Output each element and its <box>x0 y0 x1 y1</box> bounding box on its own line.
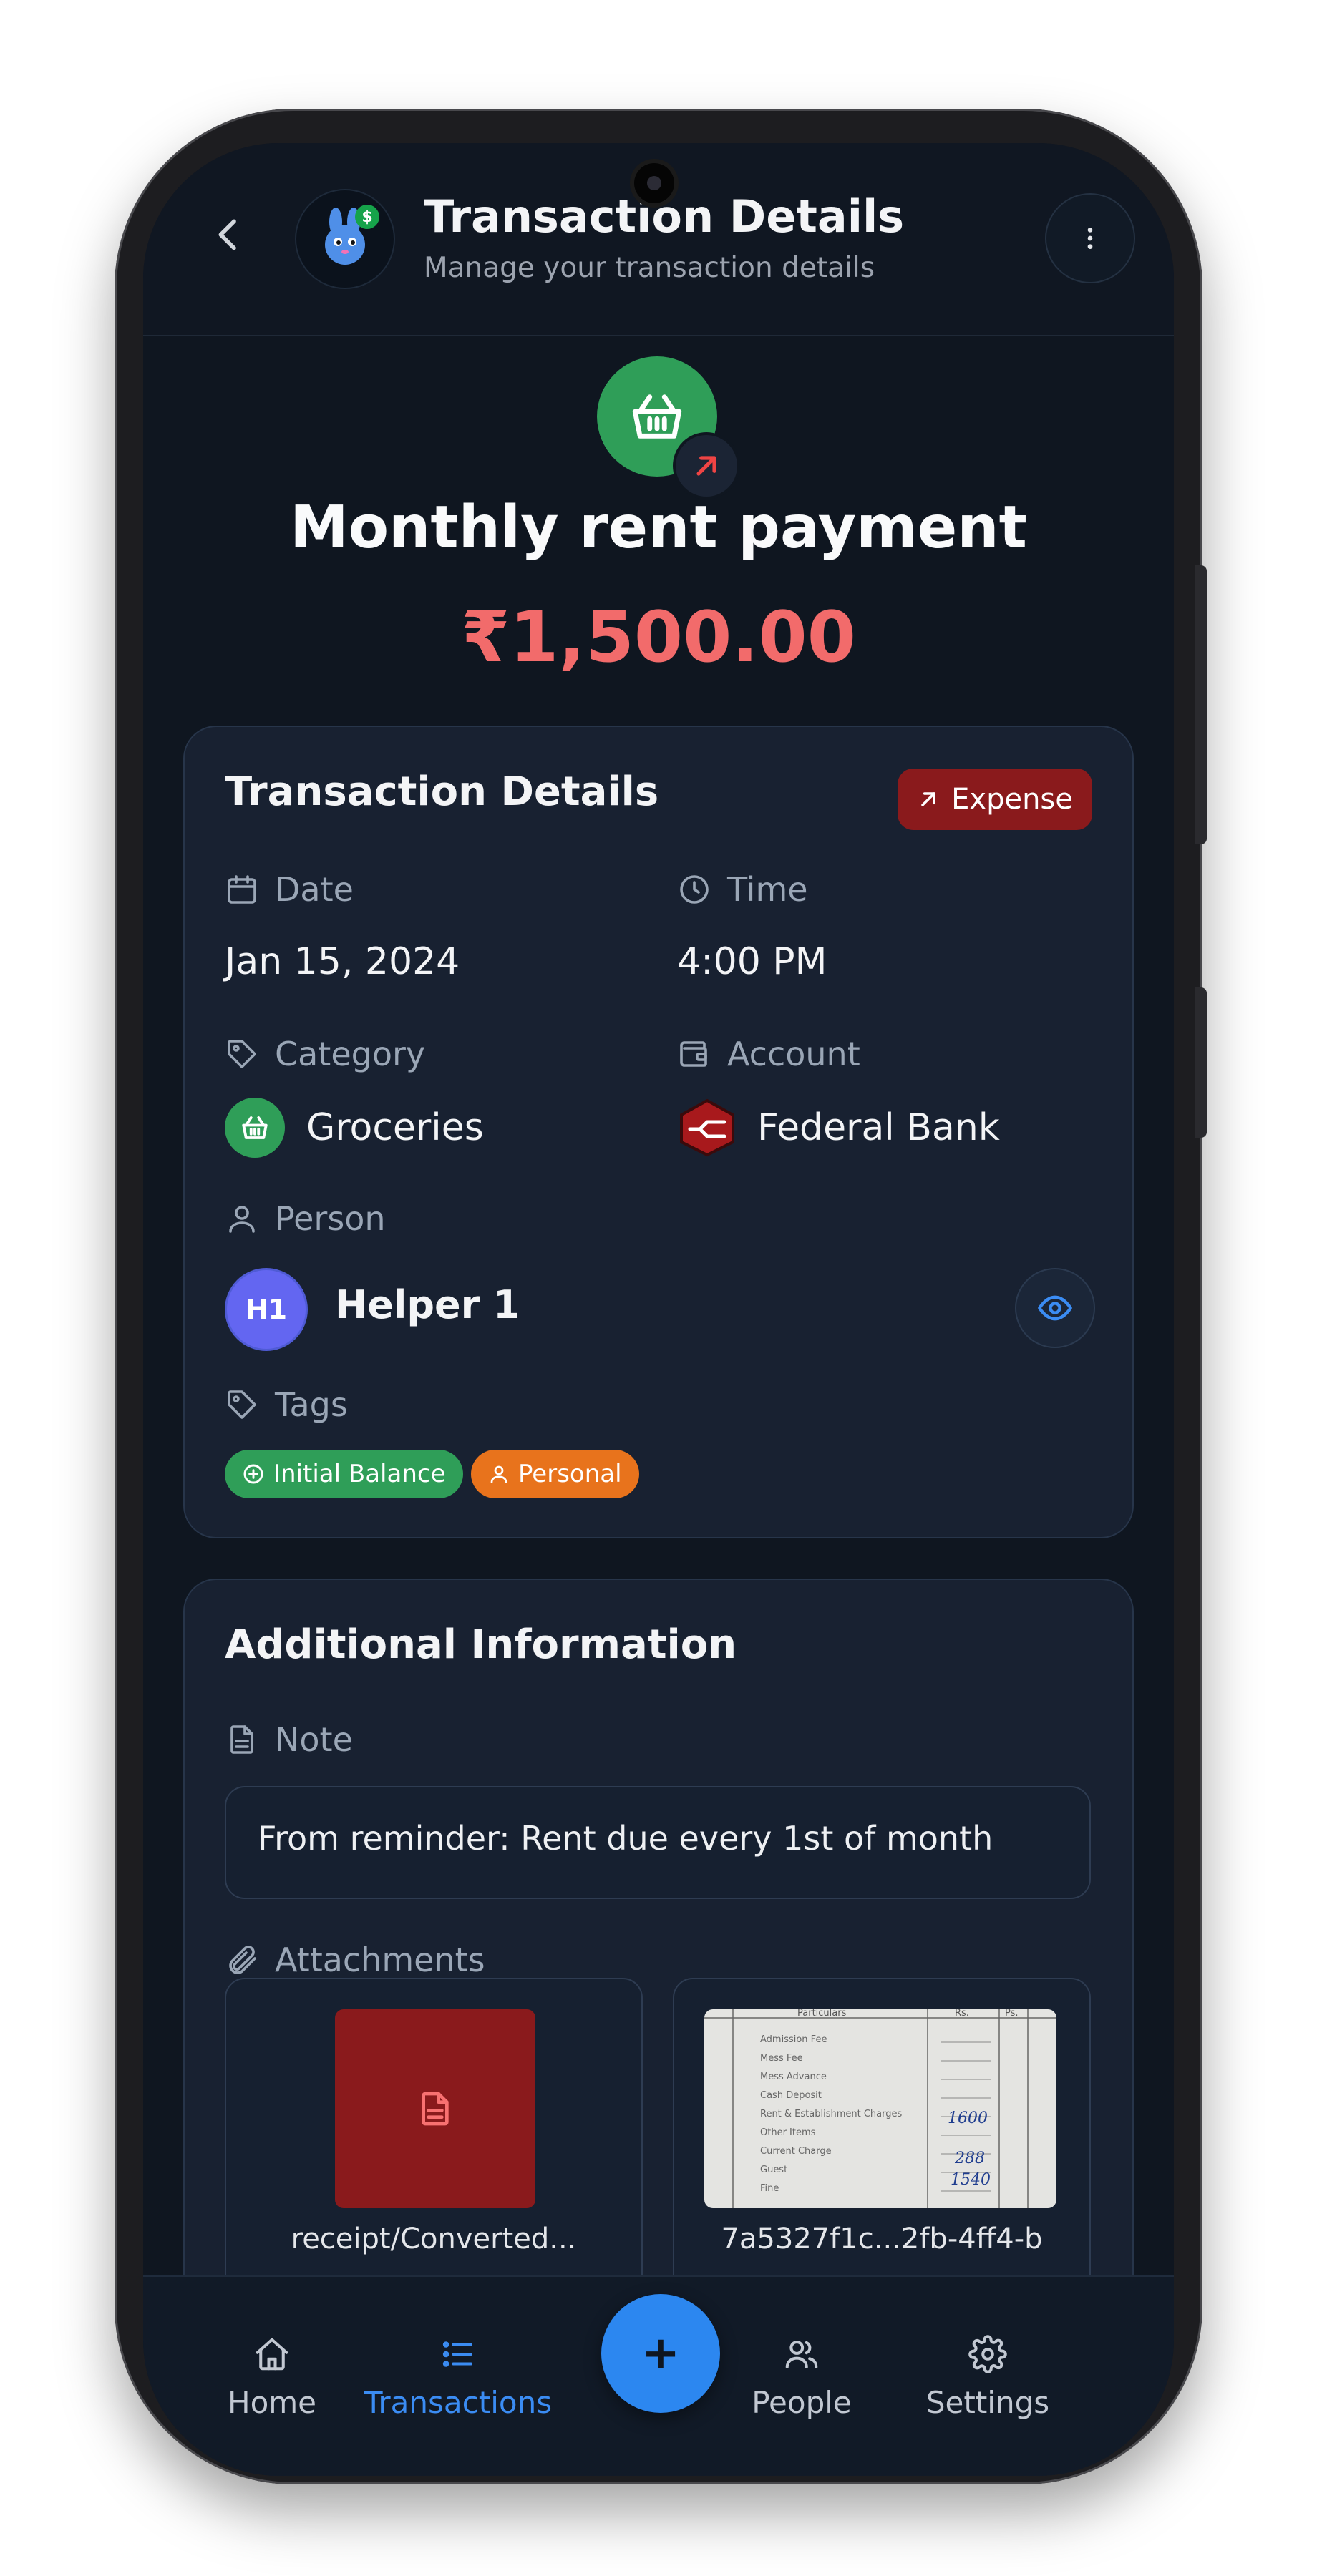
time-value: 4:00 PM <box>677 940 827 983</box>
attachment-name: receipt/Converted... <box>291 2223 577 2255</box>
date-value: Jan 15, 2024 <box>225 940 460 983</box>
clock-icon <box>680 875 709 904</box>
nav-home[interactable]: Home <box>193 2277 351 2420</box>
type-badge: Expense <box>898 769 1092 830</box>
user-icon <box>490 1465 507 1483</box>
home-icon <box>256 2338 288 2371</box>
tag-personal[interactable]: Personal <box>471 1450 639 1498</box>
nav-settings[interactable]: Settings <box>902 2277 1074 2420</box>
power-button <box>1195 987 1207 1138</box>
tags-label: Tags <box>225 1385 348 1424</box>
back-button[interactable] <box>200 206 258 263</box>
receipt-row: Cash Deposit <box>760 2090 822 2101</box>
receipt-row: Admission Fee <box>760 2034 827 2045</box>
arrow-up-right-icon <box>696 456 716 476</box>
tag-icon <box>228 1390 256 1419</box>
bunny-mascot-icon <box>325 208 365 265</box>
receipt-row: Other Items <box>760 2127 816 2138</box>
add-transaction-button[interactable]: + <box>601 2294 720 2413</box>
paperclip-icon <box>229 1946 256 1974</box>
receipt-col-ps: Ps. <box>1005 2009 1019 2019</box>
expense-direction-badge <box>673 432 740 499</box>
plus-icon: + <box>641 2327 680 2380</box>
attachments-label: Attachments <box>225 1941 485 1979</box>
type-badge-label: Expense <box>951 783 1073 816</box>
chevron-left-icon <box>218 219 236 250</box>
transaction-details-card: Transaction Details Expense Date Jan 15,… <box>183 726 1134 1538</box>
people-icon <box>785 2341 818 2369</box>
basket-icon <box>242 1116 268 1139</box>
front-camera <box>634 163 674 203</box>
eye-icon <box>1038 1295 1072 1321</box>
arrow-up-right-icon <box>921 792 935 806</box>
gear-icon <box>968 2335 1007 2373</box>
wallet-icon <box>680 1041 707 1067</box>
transaction-title: Monthly rent payment <box>290 494 1027 562</box>
person-label: Person <box>225 1199 386 1238</box>
category-chip-icon <box>225 1098 285 1158</box>
app-screen: $ Transaction Details Manage your transa… <box>143 143 1174 2476</box>
user-icon <box>229 1206 255 1233</box>
date-label: Date <box>225 870 354 909</box>
app-logo: $ <box>295 189 395 289</box>
note-label: Note <box>225 1720 353 1759</box>
volume-button <box>1195 565 1207 844</box>
tag-icon <box>228 1040 256 1068</box>
coin-badge: $ <box>355 205 379 229</box>
transaction-amount: ₹1,500.00 <box>461 597 856 678</box>
receipt-row: Guest <box>760 2165 788 2175</box>
note-value: From reminder: Rent due every 1st of mon… <box>258 1819 993 1858</box>
receipt-handwriting: 1600 <box>948 2109 988 2127</box>
receipt-thumbnail: Particulars Rs. Ps. Admission Fee Mess F… <box>704 2009 1056 2208</box>
account-label: Account <box>677 1035 860 1073</box>
nav-transactions[interactable]: Transactions <box>364 2277 552 2420</box>
category-value: Groceries <box>306 1106 484 1149</box>
time-label: Time <box>677 870 808 909</box>
view-person-button[interactable] <box>1015 1268 1095 1348</box>
document-icon <box>422 2092 449 2126</box>
federal-bank-logo-icon <box>677 1098 737 1158</box>
tag-initial-balance[interactable]: Initial Balance <box>225 1450 463 1498</box>
account-value: Federal Bank <box>757 1106 1000 1149</box>
card-title: Additional Information <box>225 1621 737 1668</box>
page-subtitle: Manage your transaction details <box>424 252 875 284</box>
person-name: Helper 1 <box>335 1282 520 1327</box>
receipt-header: Particulars <box>797 2009 847 2019</box>
list-icon <box>442 2341 473 2367</box>
plus-circle-icon <box>243 1464 263 1484</box>
receipt-col-rs: Rs. <box>955 2009 969 2019</box>
category-label: Category <box>225 1035 425 1073</box>
document-icon <box>230 1725 253 1754</box>
receipt-row: Mess Advance <box>760 2072 827 2082</box>
attachment-name: 7a5327f1c...2fb-4ff4-b <box>721 2223 1043 2255</box>
note-field: From reminder: Rent due every 1st of mon… <box>225 1786 1091 1899</box>
receipt-row: Fine <box>760 2183 779 2194</box>
receipt-handwriting: 288 <box>955 2150 985 2167</box>
document-thumbnail <box>335 2009 535 2208</box>
receipt-row: Current Charge <box>760 2146 832 2157</box>
receipt-row: Rent & Establishment Charges <box>760 2109 903 2119</box>
receipt-row: Mess Fee <box>760 2053 803 2064</box>
more-options-button[interactable] <box>1045 193 1135 283</box>
bottom-navigation: Home Transactions + People Settings <box>143 2275 1174 2476</box>
receipt-rows: Admission Fee Mess Fee Mess Advance Cash… <box>760 2031 902 2198</box>
person-avatar: H1 <box>225 1268 308 1351</box>
calendar-icon <box>228 875 256 904</box>
card-title: Transaction Details <box>225 769 659 815</box>
nav-people[interactable]: People <box>730 2277 873 2420</box>
basket-icon <box>632 394 682 439</box>
more-vertical-icon <box>1087 228 1093 249</box>
receipt-handwriting: 1540 <box>951 2171 991 2189</box>
